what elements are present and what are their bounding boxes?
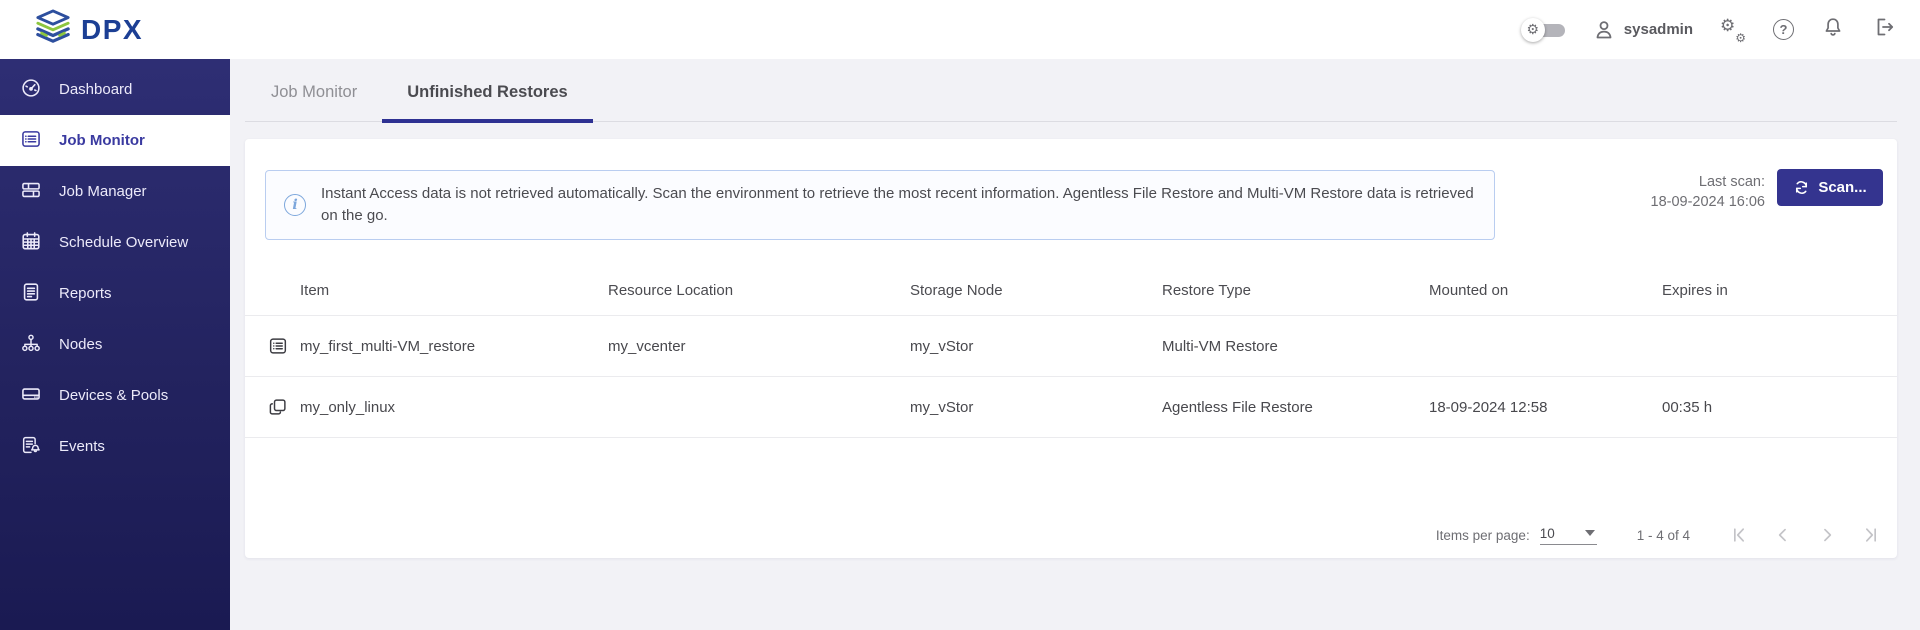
items-per-page-label: Items per page: [1436, 528, 1530, 543]
resource-location-cell: my_vcenter [608, 338, 910, 355]
sidebar-item-label: Events [59, 438, 105, 455]
sidebar-item-nodes[interactable]: Nodes [0, 319, 230, 370]
next-page-button[interactable] [1816, 524, 1838, 546]
notifications-button[interactable] [1821, 15, 1845, 44]
expires-in-cell: 00:35 h [1662, 399, 1897, 416]
bell-icon [1821, 15, 1845, 44]
sync-icon [1793, 179, 1810, 196]
gears-icon: ⚙⚙ [1720, 18, 1746, 42]
top-bar: DPX ⚙ sysadmin ⚙⚙ ? [0, 0, 1920, 59]
sidebar-item-label: Nodes [59, 336, 102, 353]
item-name: my_first_multi-VM_restore [300, 338, 475, 355]
storage-node-cell: my_vStor [910, 338, 1162, 355]
reports-icon [20, 281, 42, 307]
devices-pools-icon [20, 383, 42, 409]
items-per-page-value: 10 [1540, 526, 1555, 541]
column-header-restore-type: Restore Type [1162, 282, 1429, 299]
tab-unfinished-restores[interactable]: Unfinished Restores [382, 62, 592, 122]
sidebar-item-job-manager[interactable]: Job Manager [0, 166, 230, 217]
table-header-row: Item Resource Location Storage Node Rest… [245, 265, 1897, 316]
first-page-button[interactable] [1728, 524, 1750, 546]
main-content: Job Monitor Unfinished Restores i Instan… [230, 59, 1920, 630]
previous-page-button[interactable] [1772, 524, 1794, 546]
logout-icon [1872, 15, 1896, 44]
user-menu[interactable]: sysadmin [1592, 18, 1693, 42]
dpx-logo-icon [34, 9, 72, 50]
username-label: sysadmin [1624, 21, 1693, 38]
sidebar: Dashboard Job Monitor Job Manager [0, 59, 230, 630]
settings-toggle[interactable]: ⚙ [1523, 17, 1565, 43]
last-scan-label: Last scan: [1651, 172, 1766, 192]
system-settings-button[interactable]: ⚙⚙ [1720, 18, 1746, 42]
toggle-gear-icon: ⚙ [1521, 18, 1545, 42]
last-scan-time: 18-09-2024 16:06 [1651, 192, 1766, 212]
item-name: my_only_linux [300, 399, 395, 416]
multi-vm-restore-icon [267, 335, 289, 357]
sidebar-item-label: Devices & Pools [59, 387, 168, 404]
last-scan: Last scan: 18-09-2024 16:06 [1651, 172, 1766, 212]
last-page-button[interactable] [1860, 524, 1882, 546]
table-row[interactable]: my_only_linux my_vStor Agentless File Re… [245, 377, 1897, 438]
restore-type-cell: Multi-VM Restore [1162, 338, 1429, 355]
job-manager-icon [20, 179, 42, 205]
tab-bar: Job Monitor Unfinished Restores [245, 62, 1897, 122]
restores-table: Item Resource Location Storage Node Rest… [245, 265, 1897, 438]
tab-job-monitor[interactable]: Job Monitor [246, 62, 382, 122]
sidebar-item-events[interactable]: Events [0, 421, 230, 472]
pagination: Items per page: 10 1 - 4 of 4 [1436, 515, 1882, 555]
info-icon: i [284, 194, 306, 216]
sidebar-item-reports[interactable]: Reports [0, 268, 230, 319]
mounted-on-cell: 18-09-2024 12:58 [1429, 399, 1662, 416]
column-header-storage-node: Storage Node [910, 282, 1162, 299]
scan-button[interactable]: Scan... [1777, 169, 1883, 206]
dashboard-icon [20, 77, 42, 103]
schedule-overview-icon [20, 230, 42, 256]
events-icon [20, 434, 42, 460]
sidebar-item-label: Job Monitor [59, 132, 145, 149]
sidebar-item-label: Job Manager [59, 183, 147, 200]
sidebar-item-label: Schedule Overview [59, 234, 188, 251]
user-icon [1592, 18, 1616, 42]
pagination-range: 1 - 4 of 4 [1637, 528, 1690, 543]
storage-node-cell: my_vStor [910, 399, 1162, 416]
dpx-logo: DPX [34, 9, 143, 50]
agentless-file-restore-icon [267, 396, 289, 418]
column-header-mounted-on: Mounted on [1429, 282, 1662, 299]
sidebar-item-schedule-overview[interactable]: Schedule Overview [0, 217, 230, 268]
items-per-page-select[interactable]: 10 [1540, 526, 1597, 545]
restore-type-cell: Agentless File Restore [1162, 399, 1429, 416]
info-banner: i Instant Access data is not retrieved a… [265, 170, 1495, 240]
sidebar-item-label: Dashboard [59, 81, 132, 98]
help-button[interactable]: ? [1773, 19, 1794, 40]
chevron-down-icon [1585, 530, 1595, 536]
column-header-expires-in: Expires in [1662, 282, 1897, 299]
nodes-icon [20, 332, 42, 358]
sidebar-item-dashboard[interactable]: Dashboard [0, 64, 230, 115]
sidebar-item-label: Reports [59, 285, 112, 302]
column-header-resource-location: Resource Location [608, 282, 910, 299]
job-monitor-icon [20, 128, 42, 154]
table-row[interactable]: my_first_multi-VM_restore my_vcenter my_… [245, 316, 1897, 377]
dpx-logo-text: DPX [81, 14, 143, 46]
logout-button[interactable] [1872, 15, 1896, 44]
info-banner-text: Instant Access data is not retrieved aut… [321, 183, 1474, 227]
scan-button-label: Scan... [1818, 179, 1866, 196]
sidebar-item-job-monitor[interactable]: Job Monitor [0, 115, 230, 166]
unfinished-restores-panel: i Instant Access data is not retrieved a… [245, 139, 1897, 558]
column-header-item: Item [245, 282, 608, 299]
help-icon: ? [1773, 19, 1794, 40]
sidebar-item-devices-pools[interactable]: Devices & Pools [0, 370, 230, 421]
